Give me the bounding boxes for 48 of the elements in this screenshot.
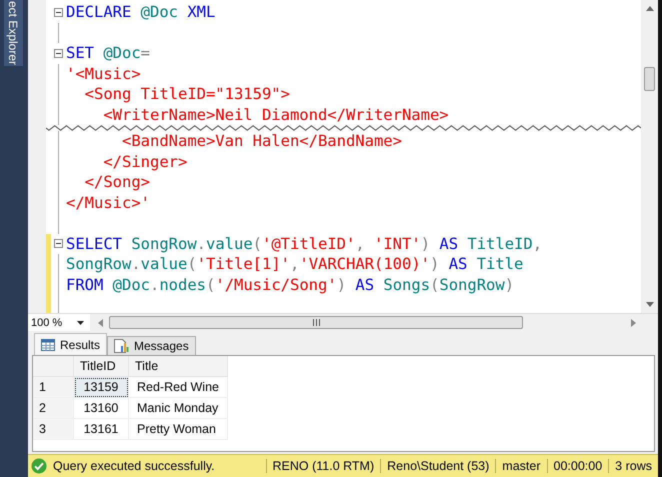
code-line: </Song> [84,173,150,192]
table-cell[interactable]: Pretty Woman [128,418,228,440]
code-line: </Singer> [102,152,188,171]
table-cell[interactable]: 13160 [74,398,128,418]
grip-icon [312,319,320,326]
scroll-thumb[interactable] [109,316,523,329]
grid-icon [41,338,55,350]
status-field: RENO (11.0 RTM) [266,459,380,473]
status-field: Reno\Student (53) [380,459,496,473]
status-message: Query executed successfully. [53,459,215,473]
collapse-icon[interactable] [54,239,62,248]
column-header[interactable]: Title [128,356,228,376]
code-line: </Music>' [65,194,150,212]
scroll-down-icon[interactable] [646,302,654,307]
table-cell[interactable]: 13161 [74,418,128,440]
code-line: '<Music> [65,64,141,83]
row-number[interactable]: 3 [33,418,74,440]
row-number[interactable]: 2 [33,398,74,418]
code-line: DECLARE @Doc XML [65,3,216,22]
check-icon [31,458,47,474]
table-cell[interactable]: Manic Monday [128,398,228,418]
results-tab[interactable]: Results [34,333,108,355]
table-cell[interactable]: 13159 [74,376,128,398]
code-line: <Song TitleID="13159"> [84,85,290,104]
scroll-thumb[interactable] [644,67,655,91]
column-header[interactable]: TitleID [74,356,128,376]
vertical-scrollbar[interactable] [641,0,658,313]
caret-icon [77,320,84,324]
scroll-right-icon[interactable] [631,318,636,326]
code-line: SongRow.value('Title[1]','VARCHAR(100)') AS Title [65,255,524,274]
code-line: SELECT SongRow.value('@TitleID', 'INT') AS TitleID, [65,234,542,253]
table-cell[interactable]: Red-Red Wine [128,376,228,398]
row-number[interactable]: 1 [33,376,74,398]
code-editor[interactable] [28,0,641,313]
collapse-icon[interactable] [54,48,62,58]
document-chart-icon [114,339,130,353]
results-tab[interactable]: Messages [107,336,196,355]
code-line: SET @Doc= [65,44,150,62]
code-line: FROM @Doc.nodes('/Music/Song') AS Songs(SongRow) [65,276,514,294]
scroll-up-icon[interactable] [646,6,654,11]
code-line: <WriterName>Neil Diamond</WriterName> [102,106,449,124]
status-field: 3 rows [608,459,658,473]
code-line: <BandName>Van Halen</BandName> [120,132,402,150]
status-field: master [495,459,546,473]
status-field: 00:00:00 [546,459,608,473]
collapse-icon[interactable] [54,8,62,17]
zoom-dropdown[interactable]: 100 % [28,314,90,331]
scroll-left-icon[interactable] [98,318,103,326]
